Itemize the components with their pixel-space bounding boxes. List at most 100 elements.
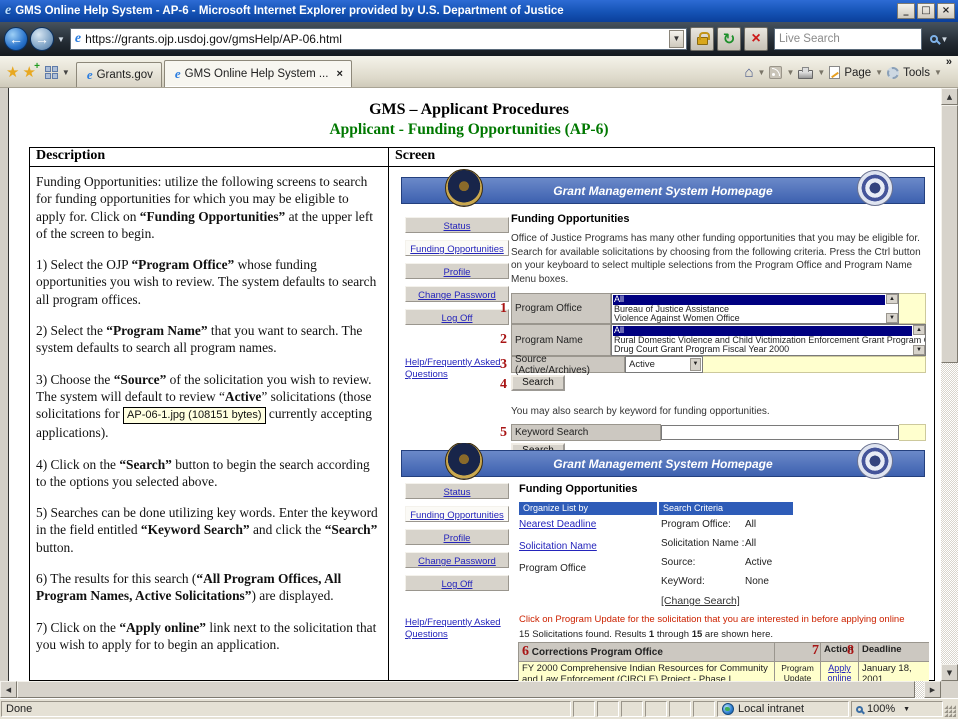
page-menu-label[interactable]: Page — [844, 67, 871, 79]
sidebar-button-log-off[interactable]: Log Off — [405, 309, 509, 325]
sidebar-link-label[interactable]: Log Off — [442, 579, 473, 590]
sidebar-link-label[interactable]: Funding Opportunities — [410, 244, 503, 255]
text-run: 4) Click on the — [36, 457, 119, 472]
sidebar-button-change-password[interactable]: Change Password — [405, 552, 509, 568]
gms-main: Funding Opportunities Office of Justice … — [511, 213, 926, 463]
resize-grip[interactable] — [944, 705, 956, 717]
organize-by-solicitation-name[interactable]: Solicitation Name — [519, 541, 661, 552]
refresh-button[interactable]: ↻ — [717, 27, 741, 51]
sidebar-link-label[interactable]: Profile — [444, 267, 471, 278]
vertical-scrollbar[interactable]: ▲ ▼ — [941, 88, 958, 681]
criteria-label: KeyWord: — [661, 576, 745, 587]
sidebar-link-label[interactable]: Change Password — [418, 290, 496, 301]
sidebar-button-profile[interactable]: Profile — [405, 263, 509, 279]
program-name-listbox[interactable]: AllRural Domestic Violence and Child Vic… — [611, 324, 926, 356]
dropdown-arrow-icon[interactable]: ▼ — [690, 358, 701, 371]
sidebar-link-label[interactable]: Funding Opportunities — [410, 510, 503, 521]
group-header-row: 6 Corrections Program Office 7Action 8De… — [519, 643, 929, 662]
address-input[interactable] — [85, 32, 669, 46]
favorites-center-icon[interactable]: ★ — [6, 63, 19, 81]
zoom-dropdown-icon[interactable]: ▼ — [903, 706, 910, 713]
sidebar-button-profile[interactable]: Profile — [405, 529, 509, 545]
search-button[interactable]: Search — [511, 375, 565, 391]
criteria-row: Source:Active — [661, 557, 772, 568]
scroll-left-icon[interactable]: ◀ — [0, 681, 17, 698]
solicitations-table: 6 Corrections Program Office 7Action 8De… — [519, 643, 929, 681]
horizontal-scrollbar[interactable]: ◀ ▶ — [0, 681, 941, 698]
source-value: Active — [629, 359, 655, 370]
toolbar-overflow-icon[interactable]: » — [946, 56, 952, 68]
sidebar-link-label[interactable]: Profile — [444, 533, 471, 544]
sidebar-button-change-password[interactable]: Change Password — [405, 286, 509, 302]
annotation-1: 1 — [500, 301, 507, 317]
zoom-pane[interactable]: 100% ▼ — [851, 701, 943, 717]
criteria-header-bar: Organize List by Search Criteria — [519, 502, 793, 515]
tools-menu-label[interactable]: Tools — [903, 67, 930, 79]
status-pane — [621, 701, 643, 717]
horizontal-scrollbar-thumb[interactable] — [17, 681, 915, 698]
history-dropdown-icon[interactable]: ▼ — [57, 35, 65, 44]
sidebar-link-label[interactable]: Status — [444, 487, 471, 498]
listbox-scrollbar[interactable]: ▲▼ — [886, 294, 898, 323]
home-icon[interactable]: ⌂ — [744, 64, 753, 81]
program-office-listbox[interactable]: AllBureau of Justice AssistanceViolence … — [611, 293, 899, 324]
sidebar-button-log-off[interactable]: Log Off — [405, 575, 509, 591]
back-button[interactable]: ← — [4, 27, 28, 51]
stop-button[interactable]: × — [744, 27, 768, 51]
solicitation-row: FY 2000 Comprehensive Indian Resources f… — [519, 662, 929, 681]
gms-sidebar: Status Funding Opportunities Profile Change… — [405, 217, 509, 332]
scroll-down-icon[interactable]: ▼ — [941, 664, 958, 681]
tab-label: Grants.gov — [97, 69, 153, 81]
bold-text-run: “Search” — [325, 522, 378, 537]
bold-text-run: “Source” — [114, 372, 167, 387]
sidebar-button-funding-opportunities[interactable]: Funding Opportunities — [405, 506, 509, 522]
address-dropdown-icon[interactable]: ▼ — [669, 30, 684, 48]
help-faq-link[interactable]: Help/Frequently Asked Questions — [405, 357, 509, 381]
sidebar-link-label[interactable]: Status — [444, 221, 471, 232]
tools-gear-icon[interactable] — [887, 67, 899, 79]
minimize-button[interactable]: _ — [897, 3, 915, 19]
source-dropdown[interactable]: Active ▼ — [625, 356, 703, 373]
change-search-link[interactable]: [Change Search] — [661, 595, 772, 607]
sidebar-button-funding-opportunities[interactable]: Funding Opportunities — [405, 240, 509, 256]
sidebar-link-label[interactable]: Log Off — [442, 313, 473, 324]
description-paragraph: 3) Choose the “Source” of the solicitati… — [36, 371, 381, 442]
page-favicon-icon: e — [75, 31, 81, 47]
tab-gms-help[interactable]: e GMS Online Help System ... × — [164, 60, 352, 87]
close-button[interactable]: × — [937, 3, 955, 19]
tab-list-dropdown-icon[interactable]: ▼ — [62, 68, 70, 77]
rss-feed-icon[interactable] — [769, 66, 782, 79]
keyword-search-input[interactable] — [661, 425, 899, 440]
scroll-right-icon[interactable]: ▶ — [924, 681, 941, 698]
procedure-table: Description Screen Funding Opportunities… — [29, 147, 935, 681]
help-faq-link[interactable]: Help/Frequently Asked Questions — [405, 617, 509, 641]
maximize-button[interactable]: □ — [917, 3, 935, 19]
bold-text-run: “Funding Opportunities” — [140, 209, 285, 224]
listbox-scrollbar[interactable]: ▲▼ — [913, 325, 925, 355]
sidebar-link-label[interactable]: Change Password — [418, 556, 496, 567]
ssl-lock-icon[interactable] — [690, 27, 714, 51]
page-menu-icon[interactable] — [829, 66, 840, 79]
search-go-button[interactable]: ▼ — [924, 27, 954, 51]
quick-tabs-icon[interactable] — [45, 66, 58, 79]
listbox-option[interactable]: Violence Against Women Office — [613, 314, 885, 324]
forward-button[interactable]: → — [30, 27, 54, 51]
scroll-up-icon[interactable]: ▲ — [941, 88, 958, 105]
listbox-option[interactable]: Drug Court Grant Program Fiscal Year 200… — [613, 345, 912, 355]
program-office-label: Program Office — [511, 293, 611, 324]
live-search-field[interactable] — [774, 28, 922, 50]
address-field[interactable]: e ▼ — [70, 28, 687, 50]
live-search-input[interactable] — [779, 33, 933, 45]
organize-by-nearest-deadline[interactable]: Nearest Deadline — [519, 519, 661, 530]
gms-sidebar: Status Funding Opportunities Profile Change… — [405, 483, 509, 598]
tab-grants-gov[interactable]: e Grants.gov — [76, 62, 162, 87]
form-filler — [899, 424, 926, 441]
add-favorite-icon[interactable]: ★ — [22, 63, 35, 81]
vertical-scrollbar-thumb[interactable] — [941, 105, 958, 363]
print-icon[interactable] — [798, 70, 813, 79]
sidebar-button-status[interactable]: Status — [405, 483, 509, 499]
sidebar-button-status[interactable]: Status — [405, 217, 509, 233]
tab-close-icon[interactable]: × — [336, 68, 342, 80]
annotation-4: 4 — [500, 377, 507, 393]
apply-online-link[interactable]: Apply online — [820, 661, 859, 681]
